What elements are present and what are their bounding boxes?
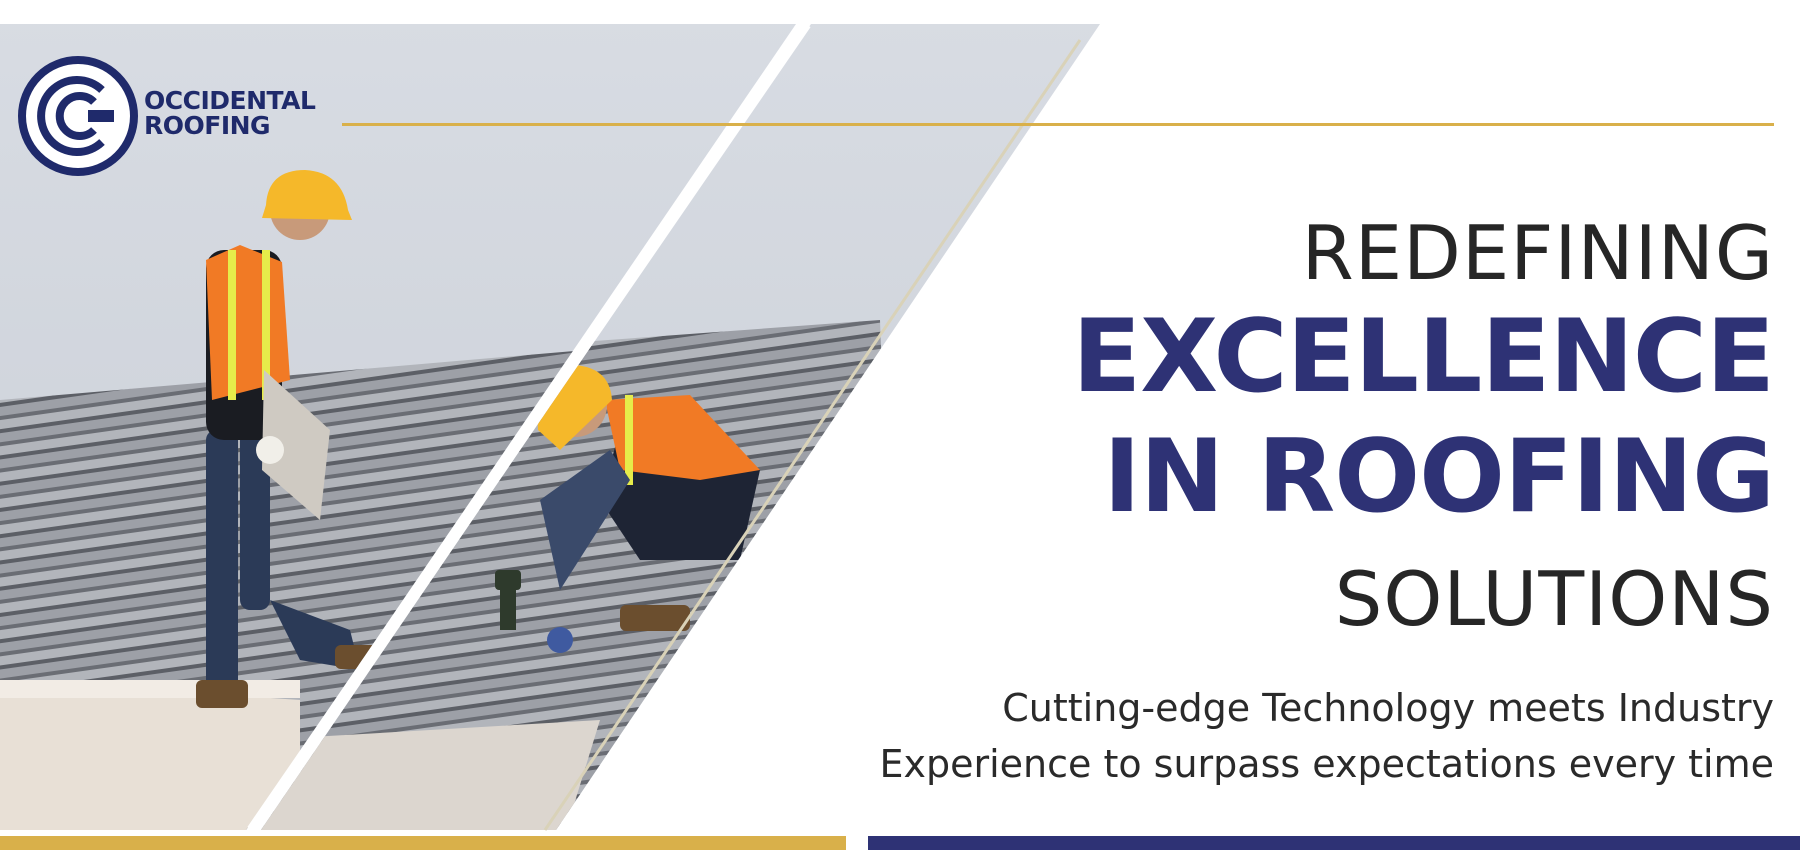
hero-headline: REDEFINING EXCELLENCE IN ROOFING SOLUTIO… (874, 209, 1775, 643)
tagline-line-1: Cutting-edge Technology meets Industry (1002, 686, 1774, 730)
headline-line-3: IN ROOFING (1103, 417, 1775, 535)
hero-banner: OCCIDENTAL ROOFING REDEFINING EXCELLENCE… (0, 0, 1800, 850)
headline-line-4: SOLUTIONS (1334, 555, 1774, 643)
brand-name-line2: ROOFING (144, 111, 271, 140)
brand-logo[interactable]: OCCIDENTAL ROOFING (16, 54, 316, 178)
oc-monogram-icon (18, 56, 138, 176)
brand-name: OCCIDENTAL ROOFING (144, 86, 316, 140)
tagline-line-2: Experience to surpass expectations every… (879, 742, 1774, 786)
header-divider (342, 123, 1774, 126)
headline-line-1: REDEFINING (1301, 209, 1774, 297)
brand-name-line1: OCCIDENTAL (144, 86, 316, 115)
hero-tagline: Cutting-edge Technology meets Industry E… (814, 680, 1774, 792)
headline-line-2: EXCELLENCE (1072, 297, 1775, 415)
